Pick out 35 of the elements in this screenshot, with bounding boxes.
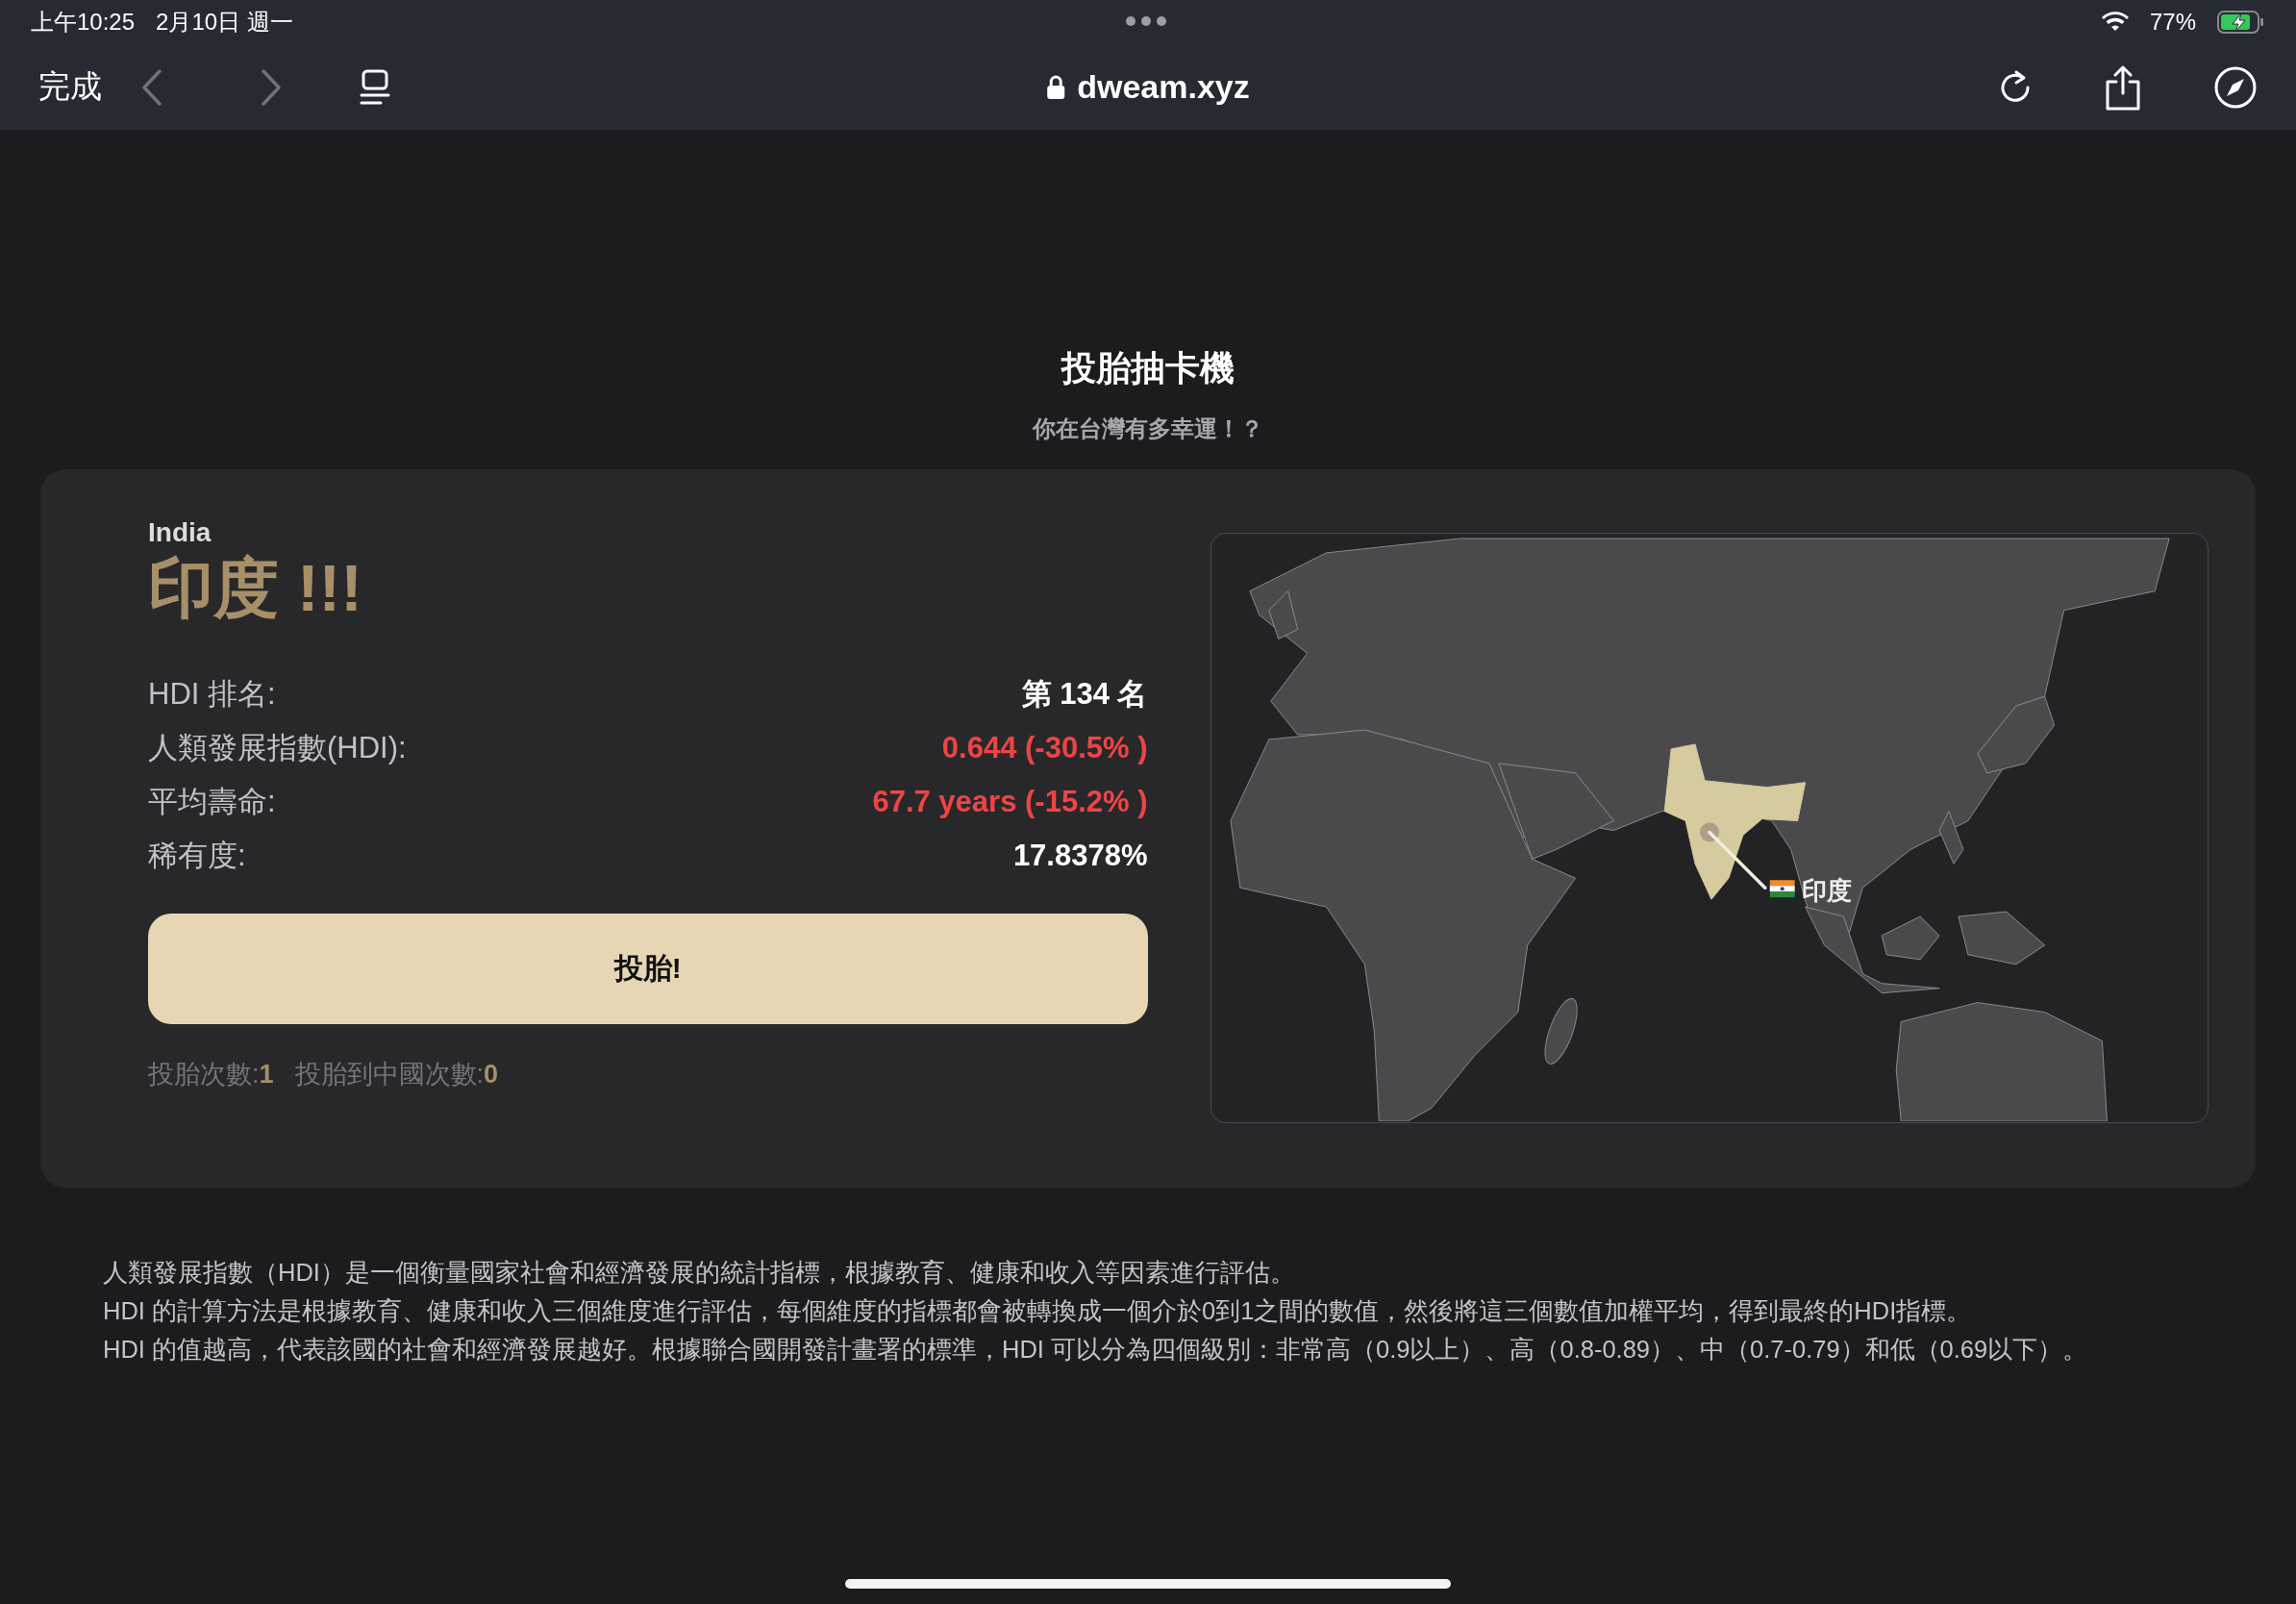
battery-charging-icon (2217, 11, 2265, 34)
country-english-name: India (148, 517, 212, 548)
hdi-paragraph: HDI 的計算方法是根據教育、健康和收入三個維度進行評估，每個維度的指標都會被轉換成一個介於0到1之間的數值，然後將這三個數值加權平均，得到最終的HDI指標。 (103, 1296, 1973, 1326)
battery-percent: 77% (2149, 9, 2196, 36)
stat-label: HDI 排名: (148, 675, 276, 713)
leader-line (1699, 822, 1766, 890)
reincarnate-button[interactable]: 投胎! (148, 913, 1148, 1024)
forward-button[interactable] (260, 67, 283, 107)
map-country-label: 印度 (1801, 877, 1852, 905)
status-time: 上午10:25 (31, 8, 136, 37)
wifi-icon (2101, 12, 2129, 33)
flag-icon (1769, 880, 1795, 898)
hdi-paragraph: 人類發展指數（HDI）是一個衡量國家社會和經濟發展的統計指標，根據教育、健康和收入等因素進行評估。 (103, 1258, 1296, 1288)
stat-value: 0.644 (-30.5% ) (941, 729, 1148, 766)
lock-icon (1046, 74, 1066, 100)
status-date: 2月10日 週一 (156, 8, 293, 37)
country-name: 印度 !!! (148, 552, 363, 624)
share-button[interactable] (2104, 63, 2142, 111)
done-button[interactable]: 完成 (38, 65, 102, 109)
stat-value: 67.7 years (-15.2% ) (872, 783, 1148, 820)
stat-label: 平均壽命: (148, 783, 276, 820)
multitask-dots-icon[interactable] (1125, 15, 1167, 27)
stat-value: 第 134 名 (1021, 675, 1148, 713)
counter-text: 投胎次數:1 (148, 1058, 274, 1090)
stat-value: 17.8378% (1012, 837, 1148, 874)
compass-button[interactable] (2213, 64, 2258, 110)
stat-label: 人類發展指數(HDI): (148, 729, 407, 766)
back-button[interactable] (140, 67, 163, 107)
hdi-paragraph: HDI 的值越高，代表該國的社會和經濟發展越好。根據聯合國開發計畫署的標準，HDI 可以分為四個級別：非常高（0.9以上）、高（0.8-0.89）、中（0.7-0.79）和低（0.69以下）。 (103, 1335, 2089, 1365)
reader-button[interactable] (360, 68, 390, 106)
url-text[interactable]: dweam.xyz (1077, 68, 1250, 106)
page-subtitle: 你在台灣有多幸運！？ (1033, 414, 1263, 443)
page-title: 投胎抽卡機 (1061, 347, 1235, 389)
counter-text: 投胎到中國次數:0 (294, 1058, 499, 1090)
stat-label: 稀有度: (148, 837, 246, 874)
